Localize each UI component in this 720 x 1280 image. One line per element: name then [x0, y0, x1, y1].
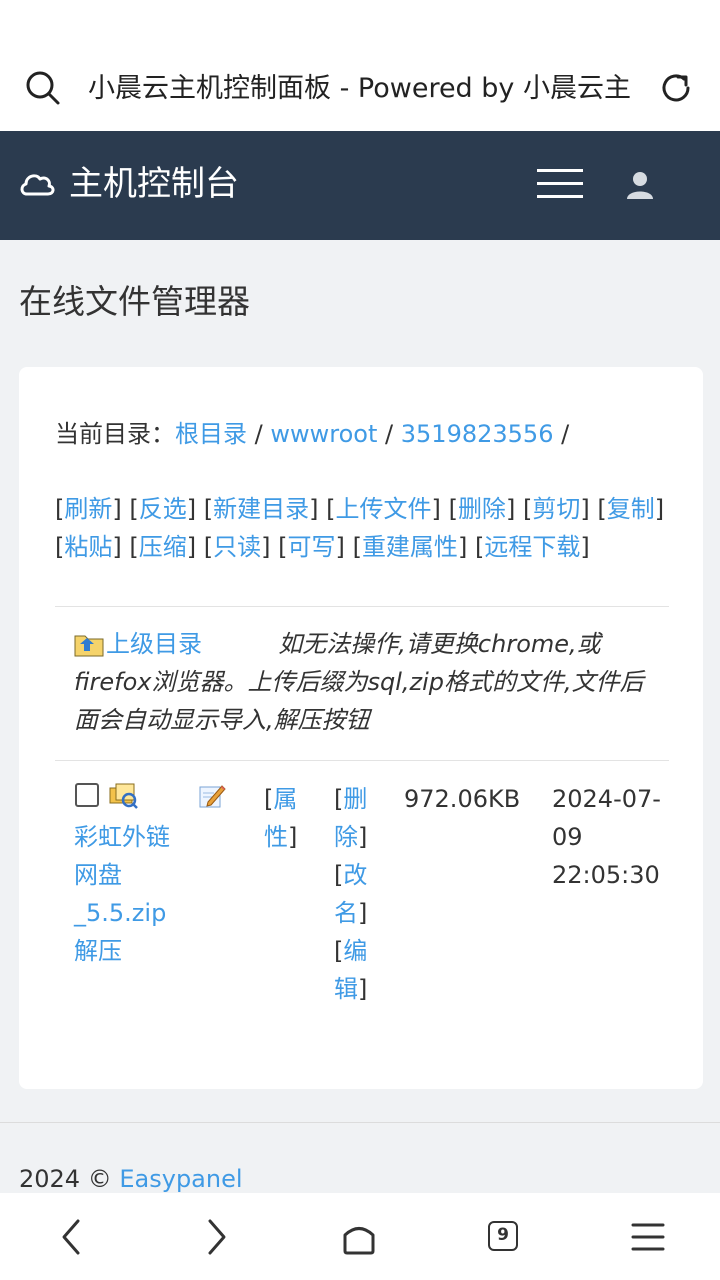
- delete-action[interactable]: 删除: [458, 495, 506, 523]
- breadcrumb-root[interactable]: 根目录: [175, 420, 247, 448]
- writable-action[interactable]: 可写: [288, 533, 336, 561]
- app-header: 主机控制台: [0, 131, 720, 240]
- new-folder-action[interactable]: 新建目录: [213, 495, 309, 523]
- back-icon[interactable]: [60, 1217, 84, 1257]
- page-title: 在线文件管理器: [19, 282, 250, 321]
- breadcrumb-separator: /: [561, 420, 570, 448]
- extract-link[interactable]: 解压: [74, 937, 122, 965]
- cloud-icon: [20, 174, 55, 196]
- home-icon[interactable]: [341, 1217, 377, 1257]
- breadcrumb-current[interactable]: 3519823556: [401, 420, 554, 448]
- file-modified-time: 2024-07-09 22:05:30: [552, 785, 661, 889]
- browser-address-bar: 小晨云主机控制面板 - Powered by 小晨云主: [0, 0, 720, 131]
- divider: [55, 606, 669, 607]
- parent-dir-link[interactable]: 上级目录: [106, 630, 202, 658]
- file-name-link[interactable]: 彩虹外链网盘_5.5.zip: [74, 823, 170, 927]
- search-icon[interactable]: [25, 70, 61, 106]
- easypanel-link[interactable]: Easypanel: [119, 1165, 242, 1193]
- zip-file-icon: [109, 783, 138, 809]
- edit-file-icon[interactable]: [198, 782, 226, 810]
- upload-file-action[interactable]: 上传文件: [336, 495, 432, 523]
- footer-copyright: 2024 © Easypanel: [19, 1162, 243, 1196]
- breadcrumb: 当前目录：根目录 / wwwroot / 3519823556 /: [55, 415, 569, 453]
- refresh-action[interactable]: 刷新: [64, 495, 112, 523]
- folder-up-icon[interactable]: [74, 631, 104, 657]
- rebuild-attributes-action[interactable]: 重建属性: [362, 533, 458, 561]
- remote-download-action[interactable]: 远程下载: [484, 533, 580, 561]
- file-select-checkbox[interactable]: [75, 783, 99, 807]
- forward-icon[interactable]: [204, 1217, 228, 1257]
- table-row: 彩虹外链网盘_5.5.zip 解压 [属性] [删除] [改名] [编辑] 97…: [19, 760, 703, 1020]
- parent-dir-row: 上级目录 如无法操作,请更换chrome,或firefox浏览器。上传后缀为sq…: [74, 625, 664, 739]
- copy-action[interactable]: 复制: [607, 495, 655, 523]
- file-manager-card: 当前目录：根目录 / wwwroot / 3519823556 / [刷新] […: [19, 367, 703, 1089]
- action-toolbar: [刷新] [反选] [新建目录] [上传文件] [删除] [剪切] [复制] […: [55, 495, 665, 561]
- menu-icon[interactable]: [630, 1217, 666, 1257]
- breadcrumb-wwwroot[interactable]: wwwroot: [270, 420, 377, 448]
- breadcrumb-label: 当前目录：: [55, 420, 175, 448]
- footer-divider: [0, 1122, 720, 1123]
- breadcrumb-separator: /: [254, 420, 263, 448]
- breadcrumb-separator: /: [385, 420, 394, 448]
- tab-count-button[interactable]: 9: [488, 1221, 518, 1251]
- browser-bottom-nav: [0, 1193, 720, 1280]
- file-size: 972.06KB: [404, 785, 521, 813]
- cut-action[interactable]: 剪切: [532, 495, 580, 523]
- compress-action[interactable]: 压缩: [139, 533, 187, 561]
- reload-icon[interactable]: [658, 70, 694, 106]
- paste-action[interactable]: 粘贴: [64, 533, 112, 561]
- browser-page-title[interactable]: 小晨云主机控制面板 - Powered by 小晨云主: [88, 70, 633, 108]
- app-brand[interactable]: 主机控制台: [69, 159, 239, 209]
- user-icon[interactable]: [624, 169, 656, 201]
- invert-selection-action[interactable]: 反选: [139, 495, 187, 523]
- copyright-text: 2024 ©: [19, 1165, 112, 1193]
- readonly-action[interactable]: 只读: [213, 533, 261, 561]
- hamburger-menu-icon[interactable]: [537, 167, 585, 201]
